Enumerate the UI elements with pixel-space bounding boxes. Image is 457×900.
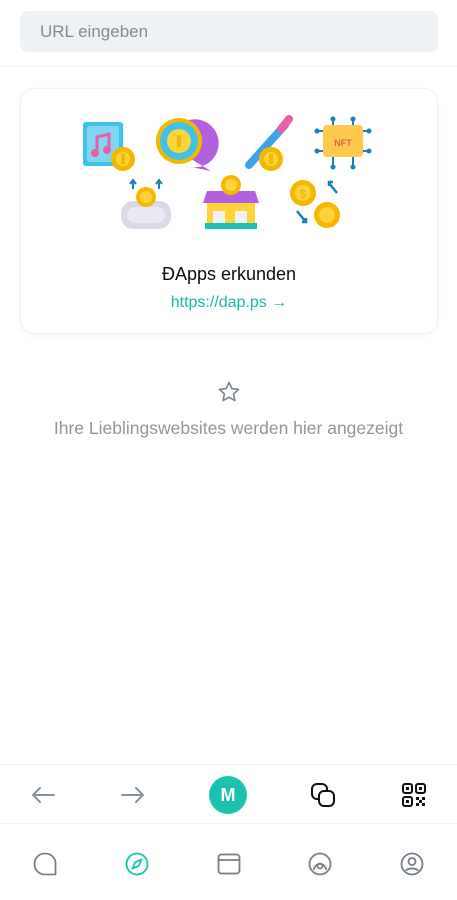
tab-wallet[interactable]: [207, 842, 251, 886]
back-button[interactable]: [21, 773, 65, 817]
game-controller-icon: [121, 178, 171, 229]
profile-icon: [400, 852, 424, 876]
browser-nav-bar: M: [0, 764, 457, 824]
url-input[interactable]: [38, 20, 420, 43]
forward-button[interactable]: [111, 773, 155, 817]
favorites-empty-state: Ihre Lieblingswebsites werden hier angez…: [0, 380, 457, 439]
wallet-icon: [217, 853, 241, 875]
star-icon: [218, 381, 239, 402]
brush-icon: [245, 115, 293, 171]
svg-text:NFT: NFT: [334, 138, 352, 148]
tab-browser[interactable]: [115, 842, 159, 886]
market-stall-icon: [203, 175, 259, 229]
bottom-tab-bar: [0, 826, 457, 900]
svg-text:$: $: [300, 187, 307, 201]
dapps-title: ĐApps erkunden: [161, 264, 297, 284]
dapps-link[interactable]: https://dap.ps →: [21, 294, 437, 312]
url-bar[interactable]: [20, 11, 438, 52]
tab-activity[interactable]: [298, 842, 342, 886]
dapps-illustration: NFT $: [83, 115, 372, 229]
arrow-right-icon: [121, 787, 144, 803]
chat-icon: [33, 852, 57, 876]
tab-profile[interactable]: [390, 842, 434, 886]
qr-code-icon: [402, 783, 426, 807]
tabs-button[interactable]: [301, 773, 345, 817]
tabs-icon: [311, 783, 335, 807]
activity-icon: [308, 852, 332, 876]
chat-bubble-icon: [156, 118, 219, 171]
url-bar-container: [0, 0, 457, 67]
tab-chat[interactable]: [23, 842, 67, 886]
exchange-icon: $: [290, 180, 340, 228]
account-avatar: M: [209, 776, 247, 814]
favorites-empty-text: Ihre Lieblingswebsites werden hier angez…: [53, 418, 404, 438]
dapps-card[interactable]: NFT $ ĐApps erkunden https://dap.ps →: [20, 88, 438, 334]
compass-icon: [125, 852, 149, 876]
nft-chip-icon: NFT: [314, 116, 372, 170]
arrow-left-icon: [32, 787, 55, 803]
account-button[interactable]: M: [206, 773, 250, 817]
music-icon: [83, 122, 135, 171]
qr-scanner-button[interactable]: [392, 773, 436, 817]
